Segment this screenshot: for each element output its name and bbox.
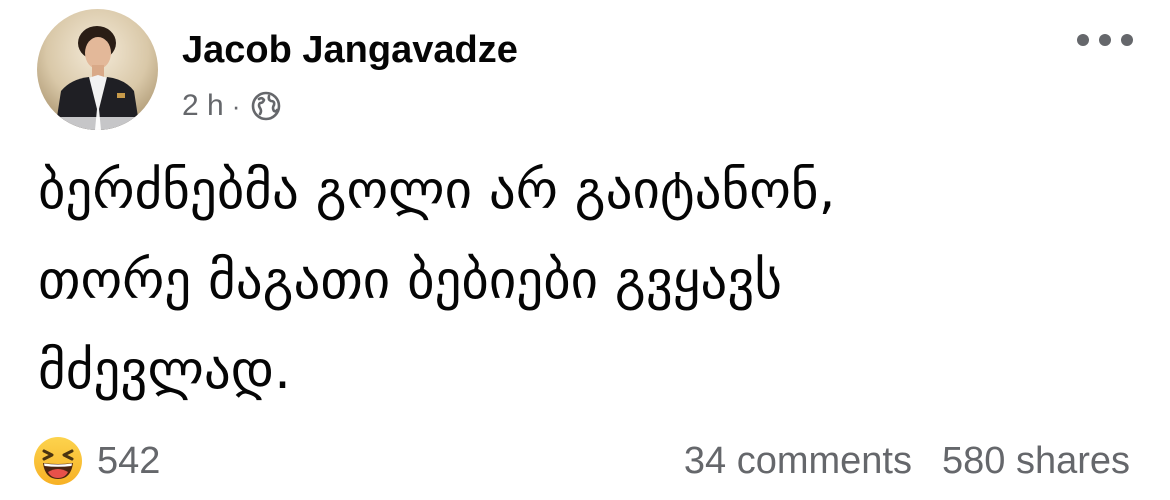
- post-text-line: ბერძნებმა გოლი არ გაიტანონ,: [38, 160, 836, 221]
- reaction-summary[interactable]: 542: [33, 434, 160, 488]
- post-timestamp[interactable]: 2 h: [182, 89, 224, 123]
- avatar-image: [37, 9, 158, 130]
- post-meta: 2 h ·: [182, 86, 282, 126]
- globe-icon: [250, 90, 282, 122]
- more-horizontal-icon: [1077, 34, 1133, 46]
- comments-count-link[interactable]: 34 comments: [684, 440, 912, 483]
- haha-emoji-icon: [33, 436, 83, 486]
- engagement-counts: 34 comments 580 shares: [684, 434, 1130, 488]
- meta-separator: ·: [231, 90, 241, 121]
- shares-count-link[interactable]: 580 shares: [942, 440, 1130, 483]
- more-options-button[interactable]: [1072, 20, 1138, 60]
- author-name[interactable]: Jacob Jangavadze: [182, 25, 518, 75]
- reaction-count: 542: [97, 439, 161, 482]
- post-body: ბერძნებმა გოლი არ გაიტანონ, თორე მაგათი …: [38, 146, 1128, 416]
- post-text-line: მძევლად.: [38, 340, 291, 401]
- author-avatar[interactable]: [37, 9, 158, 130]
- post-text-line: თორე მაგათი ბებიები გვყავს: [38, 250, 783, 311]
